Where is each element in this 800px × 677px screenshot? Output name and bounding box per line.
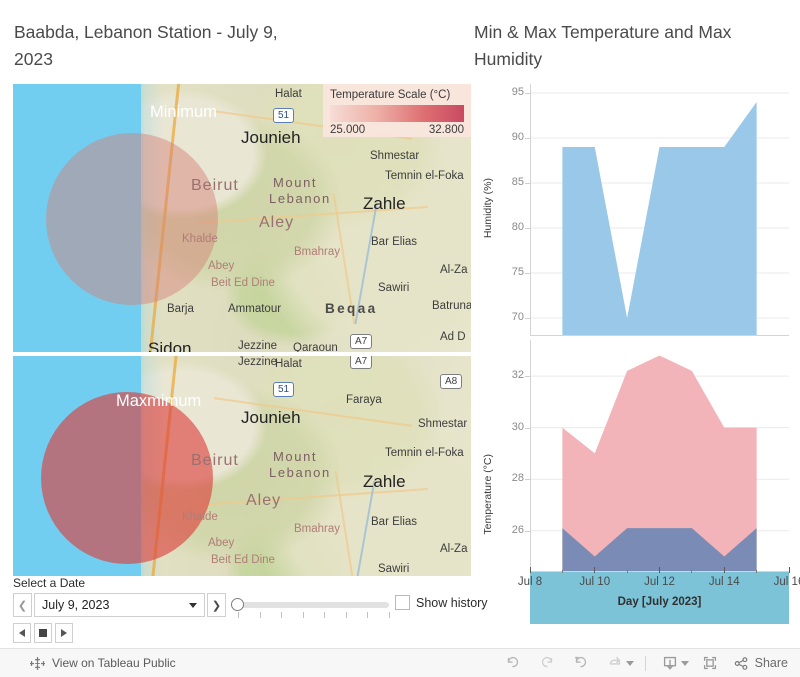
temperature-axis-title: Temperature (°C): [482, 454, 494, 535]
slider-handle[interactable]: [231, 598, 244, 611]
area-series: [562, 102, 757, 336]
humidity-area-chart: [530, 84, 789, 336]
map-maximum[interactable]: Maxmimum Jezzine Halat A7 A8 51 Faraya Jounieh…: [13, 356, 471, 576]
map-place-label: A7: [350, 334, 373, 349]
map-minimum[interactable]: Minimum Halat 51 Jounieh Shmestar Beirut Moun…: [13, 84, 471, 352]
x-minor-tick-mark: [691, 570, 693, 573]
chevron-down-icon: [189, 602, 197, 608]
chevron-right-icon: ❯: [211, 599, 222, 612]
date-slider[interactable]: [229, 593, 390, 618]
chart-panel: Humidity (%) 70 75 80 85 90 95 Temperature (°…: [474, 84, 800, 624]
temperature-plot-area[interactable]: [530, 340, 789, 572]
y-tick-label: 85: [511, 176, 524, 188]
map-place-label: A7: [350, 356, 373, 369]
date-previous-button[interactable]: ❮: [13, 593, 32, 617]
y-tick-mark: [525, 183, 530, 184]
tableau-toolbar: Share: [496, 649, 800, 677]
revert-icon[interactable]: [564, 649, 598, 677]
show-history-checkbox[interactable]: [395, 595, 410, 610]
y-tick-mark: [525, 138, 530, 139]
map-temperature-halo-minimum: [46, 133, 218, 305]
show-history-checkbox-group[interactable]: Show history: [395, 595, 488, 610]
tableau-logo-icon: [30, 656, 45, 670]
share-icon: [734, 656, 748, 670]
y-tick-mark: [525, 530, 530, 532]
redo-icon[interactable]: [530, 649, 564, 677]
x-minor-tick-mark: [756, 570, 758, 573]
x-tick-mark: [594, 567, 596, 573]
y-tick-label: 95: [511, 86, 524, 98]
date-select-value: July 9, 2023: [42, 598, 110, 612]
share-button[interactable]: Share: [727, 655, 788, 672]
y-tick-mark: [525, 479, 530, 481]
map-place-label: A8: [440, 374, 463, 389]
playback-back-button[interactable]: [13, 623, 31, 643]
y-tick-mark: [525, 318, 530, 319]
y-tick-label: 28: [511, 472, 524, 485]
legend-min-value: 25.000: [330, 124, 366, 136]
y-tick-label: 26: [511, 523, 524, 536]
select-date-label: Select a Date: [13, 576, 86, 590]
map-panel: Minimum Halat 51 Jounieh Shmestar Beirut Moun…: [13, 84, 471, 576]
y-tick-label: 70: [511, 311, 524, 323]
triangle-left-icon: [19, 629, 25, 637]
square-icon: [39, 629, 47, 637]
y-tick-label: 75: [511, 266, 524, 278]
x-tick-label: Jul 8: [517, 576, 543, 588]
date-next-button[interactable]: ❯: [207, 593, 226, 617]
undo-icon[interactable]: [496, 649, 530, 677]
y-tick-label: 80: [511, 221, 524, 233]
y-tick-label: 30: [511, 420, 524, 433]
playback-forward-button[interactable]: [55, 623, 73, 643]
x-tick-label: Jul 16: [773, 576, 800, 588]
playback-controls: [13, 623, 73, 643]
x-tick-label: Jul 10: [579, 576, 611, 588]
y-tick-label: 32: [511, 369, 524, 382]
view-on-tableau-public-link[interactable]: View on Tableau Public: [30, 656, 176, 671]
page-title-right: Min & Max Temperature and Max Humidity: [474, 22, 732, 69]
map-place-label: 51: [273, 108, 295, 123]
map-place-label: 51: [273, 382, 295, 397]
y-tick-mark: [525, 93, 530, 94]
triangle-right-icon: [61, 629, 67, 637]
y-tick-mark: [525, 427, 530, 429]
fullscreen-icon[interactable]: [693, 649, 727, 677]
temperature-area-chart: [530, 340, 789, 572]
share-label: Share: [754, 656, 788, 670]
chevron-down-icon[interactable]: [680, 660, 689, 666]
x-tick-mark: [788, 567, 790, 573]
x-tick-label: Jul 12: [644, 576, 675, 588]
chevron-down-icon[interactable]: [625, 660, 634, 666]
controls-area: Select a Date ❮ July 9, 2023 ❯ Show hist…: [13, 576, 488, 648]
show-history-label: Show history: [416, 595, 488, 610]
legend-gradient-bar: [330, 105, 464, 122]
x-tick-label: Jul 14: [708, 576, 740, 588]
page-title-left: Baabda, Lebanon Station - July 9, 2023: [14, 22, 278, 69]
x-tick-mark: [723, 567, 725, 573]
humidity-plot-area[interactable]: [530, 84, 789, 336]
tableau-link-label: View on Tableau Public: [52, 656, 176, 670]
x-minor-tick-mark: [561, 570, 563, 573]
x-minor-tick-mark: [626, 570, 628, 573]
slider-ticks: [238, 612, 390, 618]
x-tick-mark: [529, 567, 531, 573]
temperature-scale-legend: Temperature Scale (°C) 25.000 32.800: [323, 84, 471, 137]
playback-stop-button[interactable]: [34, 623, 52, 643]
legend-title: Temperature Scale (°C): [330, 89, 451, 101]
y-tick-mark: [525, 376, 530, 378]
toolbar-separator: [644, 655, 646, 671]
slider-track[interactable]: [238, 602, 389, 608]
y-tick-mark: [525, 273, 530, 274]
x-tick-mark: [659, 567, 660, 573]
y-tick-label: 90: [511, 131, 524, 143]
status-bar: View on Tableau Public Share: [0, 648, 800, 677]
date-select-dropdown[interactable]: July 9, 2023: [34, 593, 205, 617]
map-temperature-halo-maximum: [41, 392, 213, 564]
legend-max-value: 32.800: [428, 124, 464, 136]
x-axis-title: Day [July 2023]: [617, 596, 702, 608]
chevron-left-icon: ❮: [17, 599, 28, 612]
y-tick-mark: [525, 228, 530, 229]
